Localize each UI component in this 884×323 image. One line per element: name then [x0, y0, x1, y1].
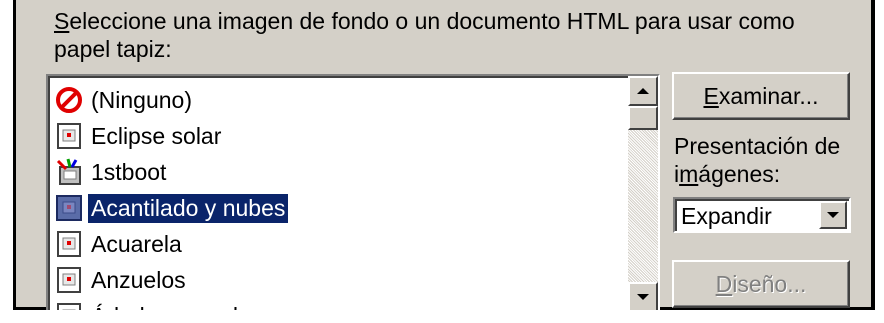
setup-app-icon [54, 157, 84, 187]
list-item-label: Árboles nevados [88, 302, 265, 311]
list-item-acuarela[interactable]: Acuarela [54, 226, 626, 262]
image-file-icon [54, 265, 84, 295]
image-display-label-line2-rest: ágenes: [698, 161, 781, 187]
list-item-none[interactable]: (Ninguno) [54, 82, 626, 118]
list-item-1stboot[interactable]: 1stboot [54, 154, 626, 190]
image-file-icon [54, 301, 84, 310]
none-icon [54, 85, 84, 115]
browse-label: xaminar... [718, 82, 819, 109]
browse-button[interactable]: Examinar... [672, 72, 850, 120]
arrow-up-icon [637, 88, 649, 94]
list-item-eclipse-solar[interactable]: Eclipse solar [54, 118, 626, 154]
image-file-icon [54, 229, 84, 259]
prompt-line1: eleccione una imagen de fondo o un docum… [69, 8, 795, 34]
list-item-label: Anzuelos [91, 266, 186, 293]
wallpaper-prompt: Seleccione una imagen de fondo o un docu… [54, 7, 814, 63]
list-item-arboles-nevados[interactable]: Árboles nevados [54, 298, 626, 310]
list-scrollbar[interactable] [628, 76, 658, 310]
list-item-label: 1stboot [91, 158, 167, 185]
list-item-label: Acuarela [91, 230, 182, 257]
image-display-select[interactable]: Expandir [673, 197, 851, 233]
image-display-label: Presentación de imágenes: [674, 132, 840, 188]
list-item-label: (Ninguno) [91, 86, 192, 113]
arrow-down-icon [637, 294, 649, 300]
prompt-line2: papel tapiz: [54, 36, 172, 62]
image-file-icon [54, 193, 84, 223]
list-item-label: Eclipse solar [91, 122, 222, 149]
list-item-acantilado-y-nubes[interactable]: Acantilado y nubes [54, 190, 626, 226]
chevron-down-icon [827, 212, 839, 218]
design-label: iseño... [732, 270, 807, 297]
list-item-anzuelos[interactable]: Anzuelos [54, 262, 626, 298]
image-display-label-line1: Presentación de [674, 133, 841, 159]
scroll-thumb[interactable] [628, 106, 658, 130]
wallpaper-listbox[interactable]: (Ninguno) Eclipse solar 1stboot Acantila… [46, 74, 660, 310]
image-display-value: Expandir [681, 203, 772, 229]
browse-accelerator: E [703, 82, 719, 109]
dropdown-button[interactable] [819, 201, 847, 229]
prompt-accelerator: S [54, 8, 70, 34]
wallpaper-panel: Seleccione una imagen de fondo o un docu… [13, 0, 875, 310]
design-accelerator: D [715, 270, 733, 297]
image-display-accelerator: m [679, 161, 699, 187]
design-button[interactable]: Diseño... [672, 260, 850, 308]
scroll-down-button[interactable] [628, 282, 658, 310]
scroll-up-button[interactable] [628, 76, 658, 106]
image-file-icon [54, 121, 84, 151]
list-item-label: Acantilado y nubes [86, 192, 290, 224]
